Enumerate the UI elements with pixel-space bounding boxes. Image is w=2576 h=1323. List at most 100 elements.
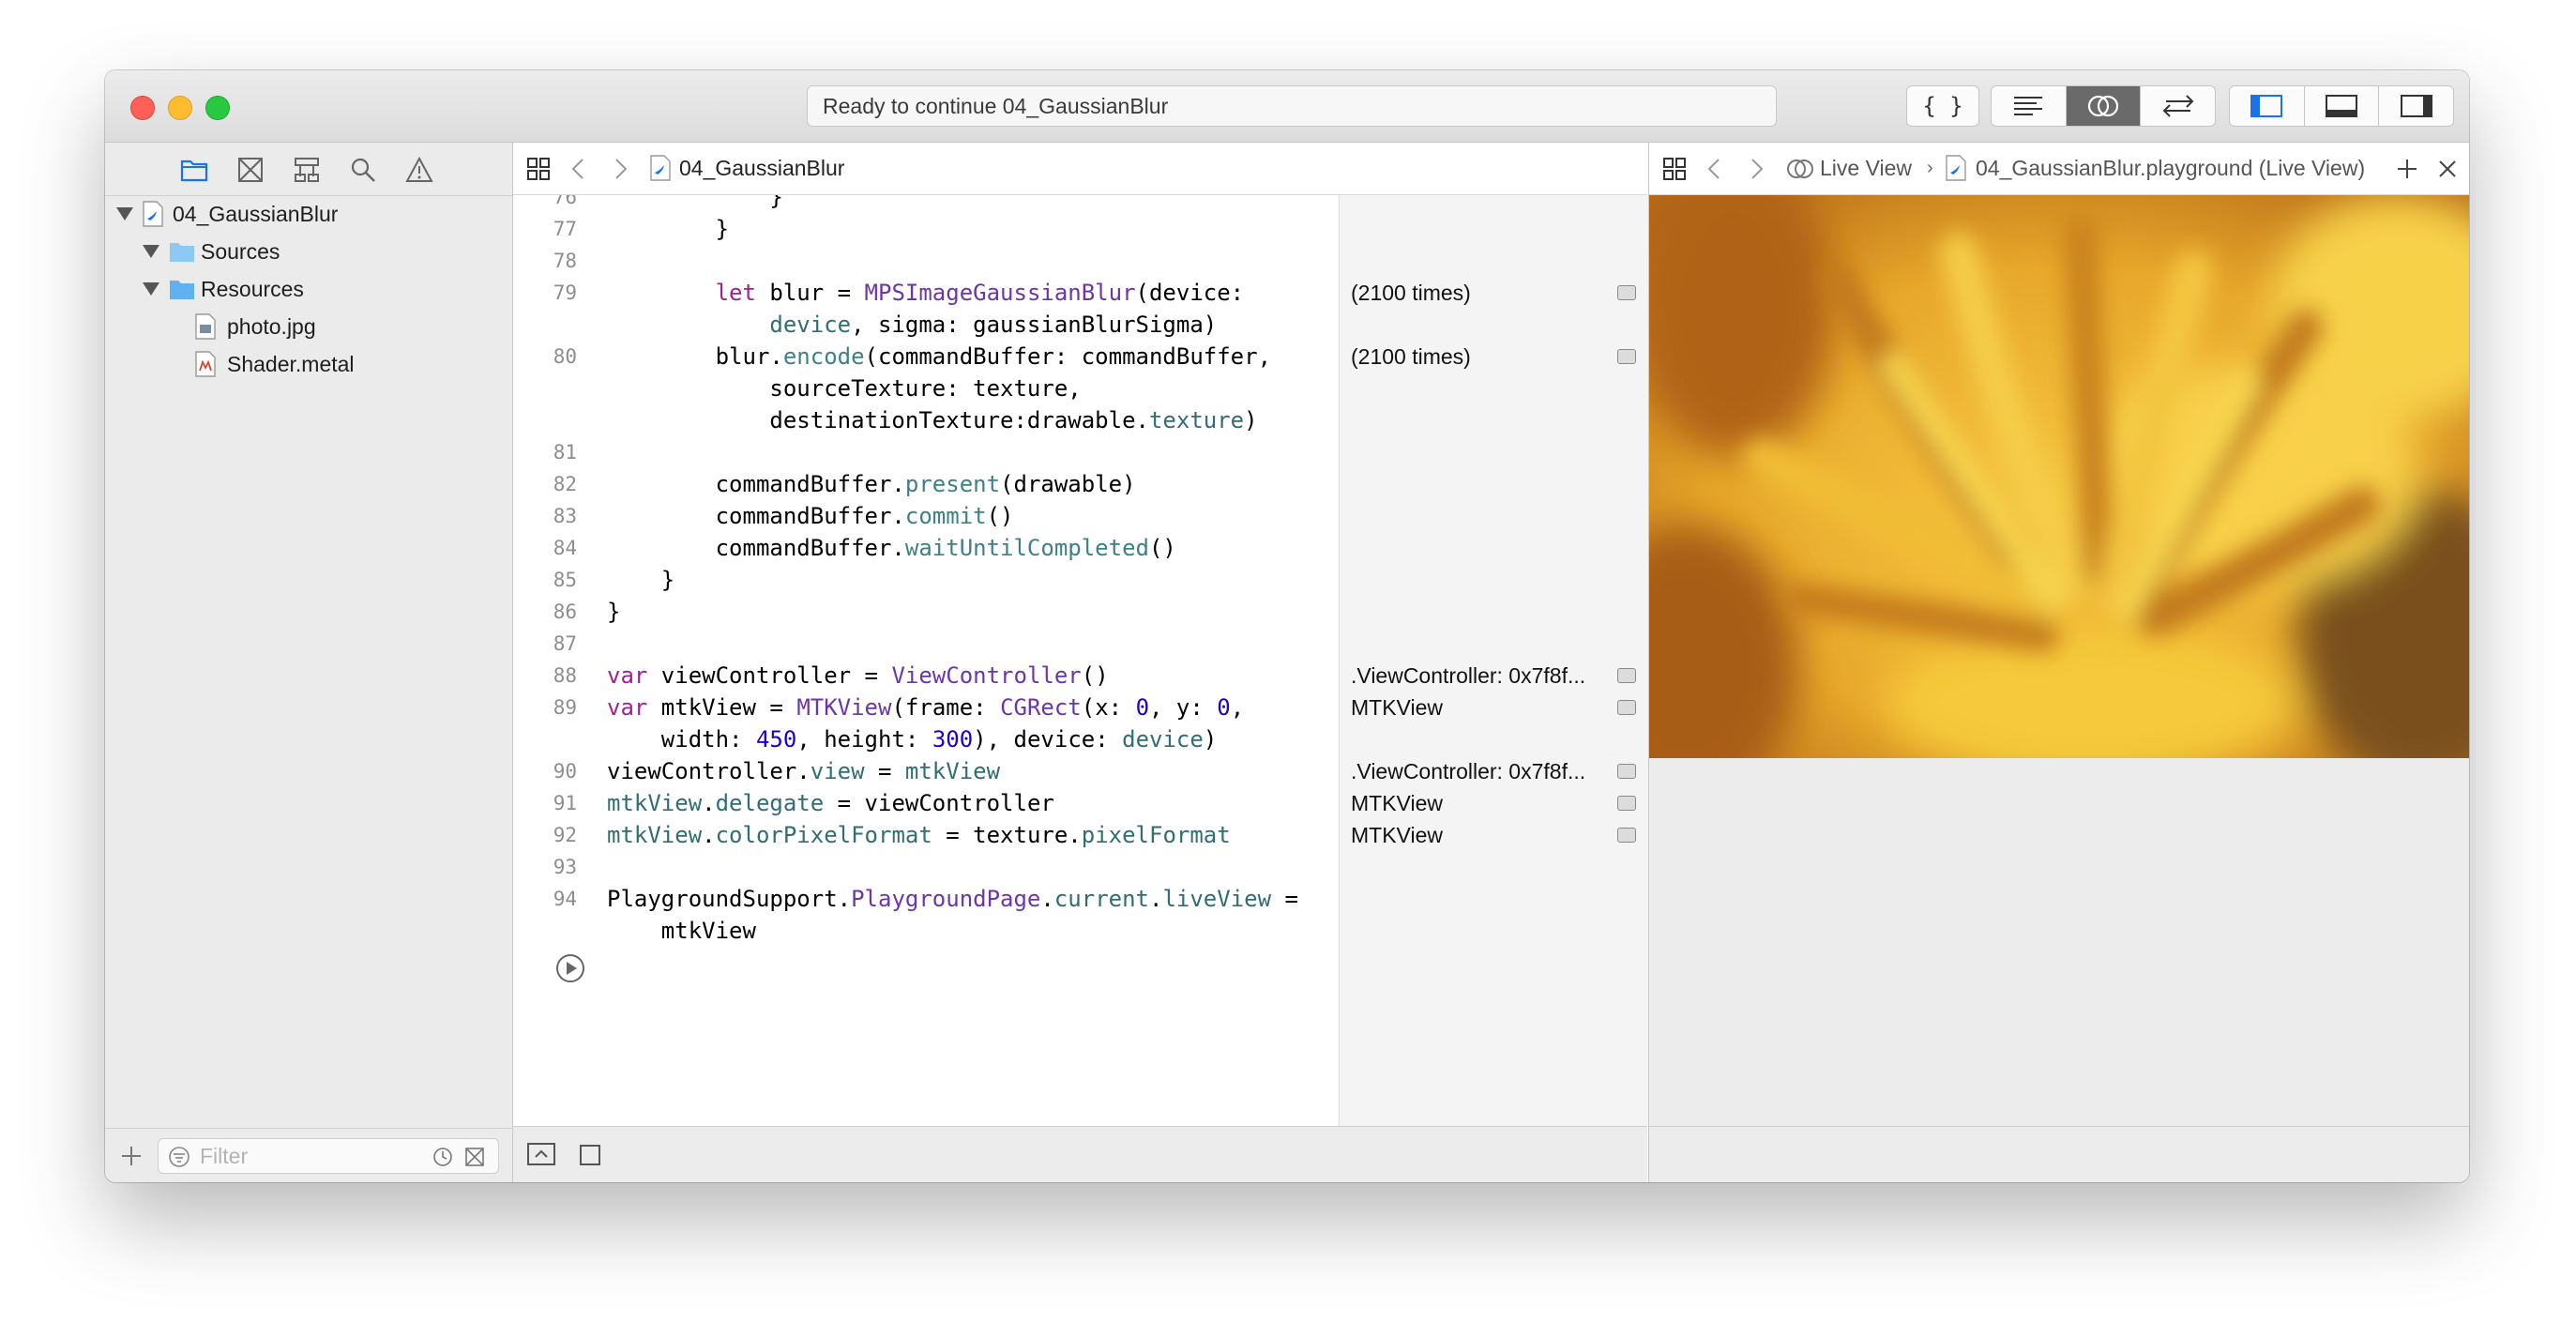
hide-debug-area-icon[interactable] bbox=[526, 1142, 556, 1166]
source-control-filter-icon[interactable] bbox=[464, 1147, 485, 1167]
playground-file-icon bbox=[143, 201, 163, 227]
result-value: MTKView bbox=[1351, 791, 1443, 815]
add-editor-plus-icon[interactable] bbox=[2396, 158, 2418, 180]
bottom-panel-icon bbox=[2326, 95, 2357, 117]
disclosure-triangle-icon[interactable] bbox=[143, 245, 159, 258]
close-icon[interactable] bbox=[2437, 159, 2458, 179]
code-line: var viewController = ViewController() bbox=[607, 662, 1109, 689]
forward-chevron-icon[interactable] bbox=[611, 158, 629, 180]
quick-look-icon[interactable] bbox=[1617, 828, 1636, 843]
venn-circles-icon bbox=[1787, 160, 1813, 178]
back-chevron-icon[interactable] bbox=[569, 158, 588, 180]
related-items-grid-icon[interactable] bbox=[526, 157, 551, 181]
right-panel-icon bbox=[2400, 95, 2432, 117]
toggle-inspector-button[interactable] bbox=[2379, 86, 2453, 126]
live-view-file-crumb[interactable]: 04_GaussianBlur.playground (Live View) bbox=[1976, 143, 2365, 194]
recent-files-clock-icon[interactable] bbox=[432, 1147, 453, 1167]
line-number: 78 bbox=[553, 250, 577, 272]
assistant-debug-bar bbox=[1649, 1126, 2469, 1182]
line-number: 84 bbox=[553, 537, 577, 559]
code-snippet-button[interactable]: { } bbox=[1906, 85, 1979, 127]
code-line: } bbox=[607, 216, 730, 242]
editor-jump-bar: 04_GaussianBlur bbox=[513, 143, 1647, 195]
playground-file-icon bbox=[650, 155, 671, 181]
toggle-navigator-button[interactable] bbox=[2230, 86, 2305, 126]
image-file-icon bbox=[195, 313, 216, 340]
version-editor-button[interactable] bbox=[2141, 86, 2215, 126]
filter-placeholder: Filter bbox=[200, 1144, 249, 1168]
disclosure-triangle-icon[interactable] bbox=[116, 207, 133, 220]
code-line: commandBuffer.commit() bbox=[607, 503, 1014, 529]
toolbar: Ready to continue 04_GaussianBlur { } bbox=[105, 70, 2469, 143]
code-line: commandBuffer.waitUntilCompleted() bbox=[607, 535, 1176, 561]
source-control-icon[interactable] bbox=[236, 156, 265, 184]
braces-icon: { } bbox=[1922, 93, 1963, 119]
code-line: width: 450, height: 300), device: device… bbox=[607, 726, 1218, 753]
result-value: .ViewController: 0x7f8f... bbox=[1351, 759, 1586, 783]
tree-item-sources[interactable]: Sources bbox=[105, 235, 512, 268]
quick-look-icon[interactable] bbox=[1617, 700, 1636, 715]
xcode-window: Ready to continue 04_GaussianBlur { } 04… bbox=[105, 70, 2469, 1182]
editor-mode-control bbox=[1991, 85, 2216, 127]
result-value: MTKView bbox=[1351, 823, 1443, 847]
navigator-filter-bar: Filter bbox=[105, 1128, 512, 1182]
line-number: 87 bbox=[553, 632, 577, 655]
tree-item-photo[interactable]: photo.jpg bbox=[105, 310, 512, 343]
assistant-editor-button[interactable] bbox=[2066, 86, 2142, 126]
quick-look-icon[interactable] bbox=[1617, 668, 1636, 683]
run-playground-icon[interactable] bbox=[554, 952, 586, 984]
quick-look-icon[interactable] bbox=[1617, 764, 1636, 779]
code-line: commandBuffer.present(drawable) bbox=[607, 471, 1136, 497]
quick-look-icon[interactable] bbox=[1617, 796, 1636, 811]
forward-chevron-icon[interactable] bbox=[1747, 158, 1765, 180]
folder-icon bbox=[170, 281, 194, 299]
code-line: var mtkView = MTKView(frame: CGRect(x: 0… bbox=[607, 694, 1245, 721]
results-sidebar: (2100 times) (2100 times) .ViewControlle… bbox=[1339, 195, 1648, 1126]
result-value: (2100 times) bbox=[1351, 344, 1471, 369]
tree-item-playground[interactable]: 04_GaussianBlur bbox=[105, 197, 512, 231]
result-value: (2100 times) bbox=[1351, 281, 1471, 305]
filter-field[interactable]: Filter bbox=[158, 1138, 499, 1174]
quick-look-icon[interactable] bbox=[1617, 349, 1636, 364]
tree-item-resources[interactable]: Resources bbox=[105, 272, 512, 306]
result-value: .ViewController: 0x7f8f... bbox=[1351, 663, 1586, 688]
zoom-window-button[interactable] bbox=[205, 96, 230, 120]
tree-item-label: 04_GaussianBlur bbox=[173, 202, 339, 226]
related-items-grid-icon[interactable] bbox=[1662, 157, 1687, 181]
stop-icon[interactable] bbox=[579, 1144, 601, 1166]
source-editor: 04_GaussianBlur 76 77 78 79 80 81 82 83 … bbox=[513, 143, 1648, 1182]
toggle-debug-area-button[interactable] bbox=[2305, 86, 2380, 126]
warning-icon[interactable] bbox=[405, 156, 433, 184]
tree-item-label: photo.jpg bbox=[227, 314, 316, 339]
debug-bar bbox=[513, 1126, 1647, 1182]
code-area[interactable]: 76 77 78 79 80 81 82 83 84 85 86 87 88 8… bbox=[513, 195, 1339, 1126]
code-line: PlaygroundSupport.PlaygroundPage.current… bbox=[607, 886, 1298, 912]
tree-item-label: Resources bbox=[201, 277, 304, 301]
line-number: 85 bbox=[553, 569, 577, 591]
disclosure-triangle-icon[interactable] bbox=[143, 282, 159, 296]
code-line: } bbox=[607, 195, 783, 210]
blurred-photo bbox=[1649, 195, 2469, 758]
assistant-editor: Live View › 04_GaussianBlur.playground (… bbox=[1648, 143, 2469, 1182]
tree-item-shader[interactable]: Shader.metal bbox=[105, 347, 512, 381]
line-number: 91 bbox=[553, 792, 577, 814]
search-icon[interactable] bbox=[349, 156, 377, 184]
minimize-window-button[interactable] bbox=[168, 96, 192, 120]
line-number: 77 bbox=[553, 218, 577, 240]
quick-look-icon[interactable] bbox=[1617, 285, 1636, 300]
line-number: 76 bbox=[553, 195, 577, 208]
jump-bar-file-name[interactable]: 04_GaussianBlur bbox=[679, 143, 844, 194]
live-view-crumb[interactable]: Live View bbox=[1820, 143, 1912, 194]
standard-editor-button[interactable] bbox=[1992, 86, 2067, 126]
line-number: 92 bbox=[553, 824, 577, 846]
folder-icon bbox=[170, 243, 194, 262]
close-window-button[interactable] bbox=[130, 96, 155, 120]
folder-icon[interactable] bbox=[180, 156, 208, 184]
plus-icon[interactable] bbox=[120, 1145, 143, 1167]
code-line: blur.encode(commandBuffer: commandBuffer… bbox=[607, 343, 1272, 370]
line-number: 79 bbox=[553, 281, 577, 304]
symbol-hierarchy-icon[interactable] bbox=[293, 156, 321, 184]
project-navigator: 04_GaussianBlur Sources Resources photo.… bbox=[105, 143, 513, 1182]
metal-file-icon bbox=[195, 351, 216, 377]
back-chevron-icon[interactable] bbox=[1705, 158, 1724, 180]
